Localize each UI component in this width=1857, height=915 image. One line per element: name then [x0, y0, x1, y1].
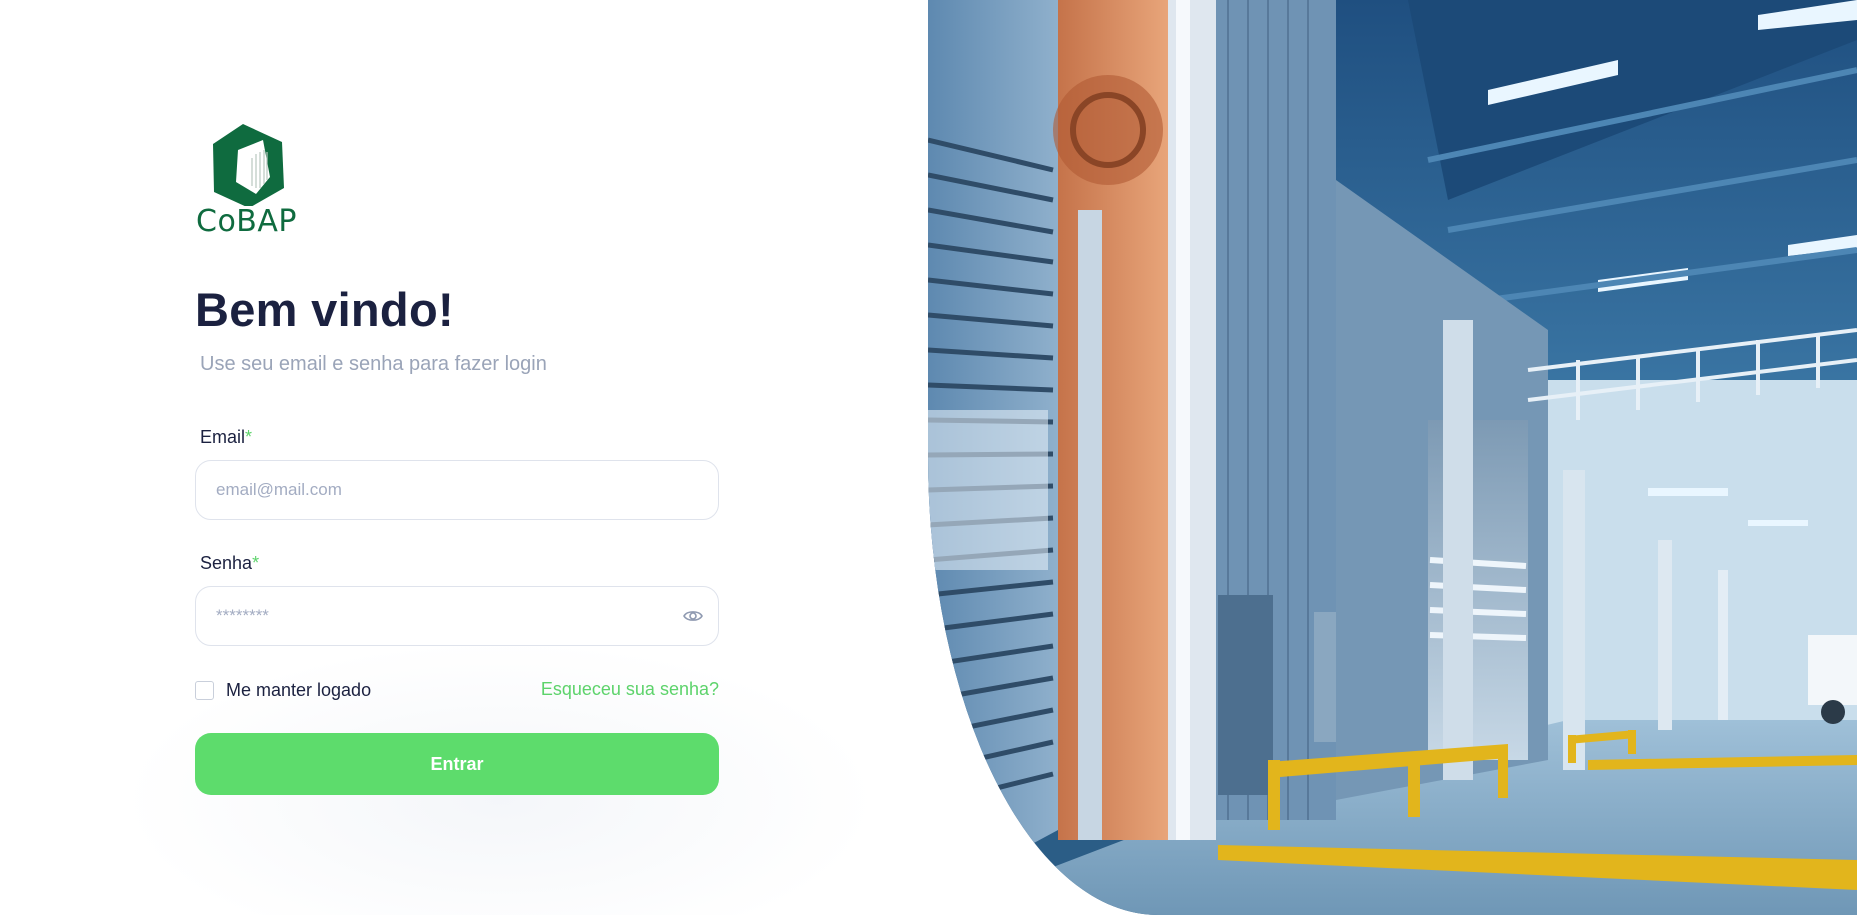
password-label: Senha*	[200, 553, 259, 574]
login-button[interactable]: Entrar	[195, 733, 719, 795]
required-mark: *	[252, 553, 260, 573]
warehouse-illustration	[928, 0, 1857, 915]
forgot-password-link[interactable]: Esqueceu sua senha?	[541, 679, 719, 700]
password-input[interactable]	[216, 587, 656, 645]
email-field-container	[195, 460, 719, 520]
password-field-container	[195, 586, 719, 646]
remember-me: Me manter logado	[195, 679, 371, 701]
page-title: Bem vindo!	[195, 283, 454, 336]
required-mark: *	[245, 427, 253, 447]
logo-shield-icon	[213, 124, 284, 206]
remember-label: Me manter logado	[226, 679, 372, 700]
brand-wordmark: CoBAP	[196, 204, 297, 239]
email-input[interactable]	[216, 461, 656, 519]
login-panel: CoBAP Bem vindo! Use seu email e senha p…	[0, 0, 928, 915]
warehouse-photo	[928, 0, 1857, 915]
email-label: Email*	[200, 427, 252, 448]
email-label-text: Email	[200, 427, 246, 447]
eye-icon[interactable]	[682, 606, 704, 626]
brand-logo: CoBAP	[196, 122, 326, 242]
password-label-text: Senha	[200, 553, 253, 573]
page-subtitle: Use seu email e senha para fazer login	[200, 353, 547, 375]
remember-checkbox[interactable]	[195, 680, 214, 700]
